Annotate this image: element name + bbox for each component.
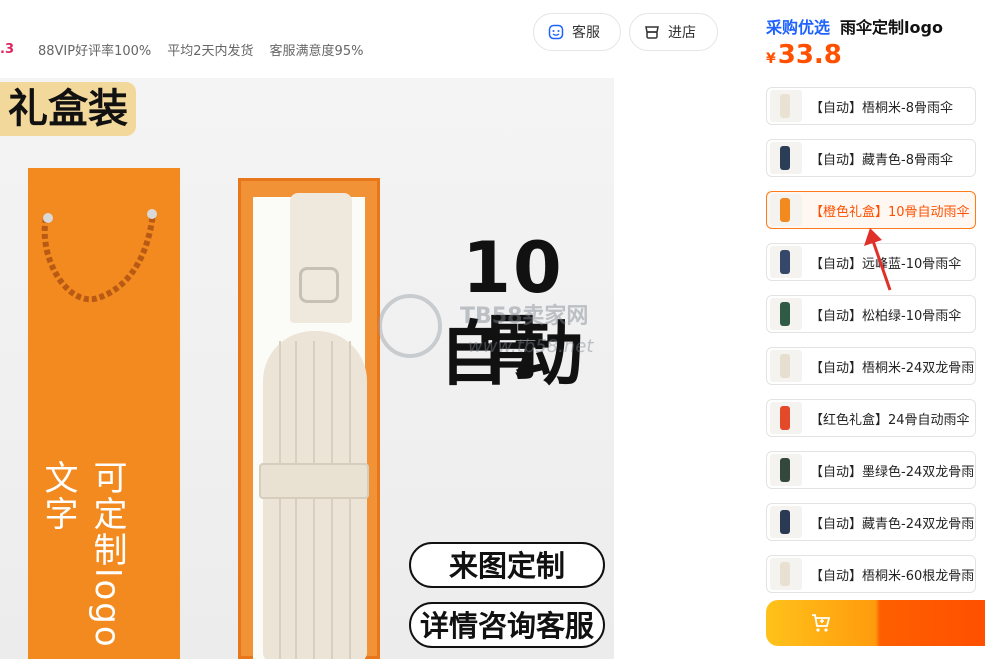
- sku-thumbnail: [770, 142, 802, 174]
- product-title: 雨伞定制logo: [840, 18, 943, 37]
- purchase-panel: 采购优选 雨伞定制logo ¥33.8 【自动】梧桐米-8骨雨伞 【自动】藏青色-8…: [766, 0, 985, 659]
- brand-badge: 采购优选: [766, 18, 831, 37]
- chat-smile-icon: [548, 24, 564, 40]
- orange-gift-box: [238, 178, 380, 659]
- sku-thumbnail: [770, 558, 802, 590]
- stat-service-satisfaction: 客服满意度95%: [269, 43, 364, 59]
- sku-option[interactable]: 【自动】松柏绿-10骨雨伞: [766, 295, 976, 333]
- currency-symbol: ¥: [766, 51, 776, 67]
- enter-store-button[interactable]: 进店: [629, 13, 718, 51]
- customer-service-button[interactable]: 客服: [533, 13, 621, 51]
- umbrella-handle: [290, 193, 352, 323]
- gift-box-tag: 礼盒装: [0, 82, 136, 136]
- store-icon: [645, 26, 659, 39]
- umbrella-logo-mark-icon: [299, 267, 339, 303]
- sku-thumbnail: [770, 90, 802, 122]
- sku-option-label: 【自动】梧桐米-60根龙骨雨: [810, 568, 975, 584]
- product-title-line: 采购优选 雨伞定制logo: [766, 14, 943, 38]
- sku-option-label: 【橙色礼盒】10骨自动雨伞: [810, 204, 970, 220]
- sku-option-label: 【自动】藏青色-24双龙骨雨: [810, 516, 975, 532]
- stat-shipping: 平均2天内发货: [167, 43, 254, 59]
- sku-option[interactable]: 【红色礼盒】24骨自动雨伞: [766, 399, 976, 437]
- sku-option-label: 【自动】梧桐米-24双龙骨雨: [810, 360, 975, 376]
- price: ¥33.8: [766, 40, 842, 70]
- sku-thumbnail: [770, 194, 802, 226]
- sku-thumbnail: [770, 506, 802, 538]
- headline-auto: 自动: [439, 313, 587, 395]
- sku-option-label: 【自动】藏青色-8骨雨伞: [810, 152, 953, 168]
- sku-option-label: 【红色礼盒】24骨自动雨伞: [810, 412, 970, 428]
- sku-option[interactable]: 【自动】藏青色-8骨雨伞: [766, 139, 976, 177]
- price-value: 33.8: [777, 40, 842, 70]
- sku-option[interactable]: 【自动】藏青色-24双龙骨雨: [766, 503, 976, 541]
- sku-thumbnail: [770, 454, 802, 486]
- bag-rope-handle-icon: [41, 209, 157, 303]
- red-arrow-annotation-icon: [864, 228, 892, 291]
- custom-image-chip: 来图定制: [409, 542, 605, 588]
- cart-plus-icon: [812, 614, 831, 632]
- sku-option[interactable]: 【自动】梧桐米-8骨雨伞: [766, 87, 976, 125]
- customer-service-label: 客服: [572, 25, 600, 41]
- sku-thumbnail: [770, 246, 802, 278]
- store-stats-bar: .3 88VIP好评率100% 平均2天内发货 客服满意度95%: [0, 36, 379, 62]
- bag-custom-logo-text: 可定制logo文字: [38, 460, 127, 649]
- sku-thumbnail: [770, 402, 802, 434]
- store-score: .3: [0, 41, 14, 57]
- add-to-cart-bar[interactable]: [766, 600, 985, 646]
- consult-service-chip: 详情咨询客服: [409, 602, 605, 648]
- sku-thumbnail: [770, 350, 802, 382]
- sku-option-label: 【自动】墨绿色-24双龙骨雨: [810, 464, 975, 480]
- sku-thumbnail: [770, 298, 802, 330]
- umbrella-strap: [259, 463, 369, 499]
- enter-store-label: 进店: [668, 25, 696, 41]
- sku-option[interactable]: 【自动】梧桐米-60根龙骨雨: [766, 555, 976, 593]
- orange-gift-bag: 可定制logo文字: [28, 168, 180, 659]
- stat-vip-rate: 88VIP好评率100%: [37, 43, 152, 59]
- sku-option[interactable]: 【自动】梧桐米-24双龙骨雨: [766, 347, 976, 385]
- sku-option[interactable]: 【自动】墨绿色-24双龙骨雨: [766, 451, 976, 489]
- product-main-image[interactable]: 礼盒装 可定制logo文字 10骨 自动 来图定制 详情咨询客服 TB58卖家网…: [0, 78, 614, 659]
- sku-option-label: 【自动】松柏绿-10骨雨伞: [810, 308, 962, 324]
- sku-option-label: 【自动】梧桐米-8骨雨伞: [810, 100, 953, 116]
